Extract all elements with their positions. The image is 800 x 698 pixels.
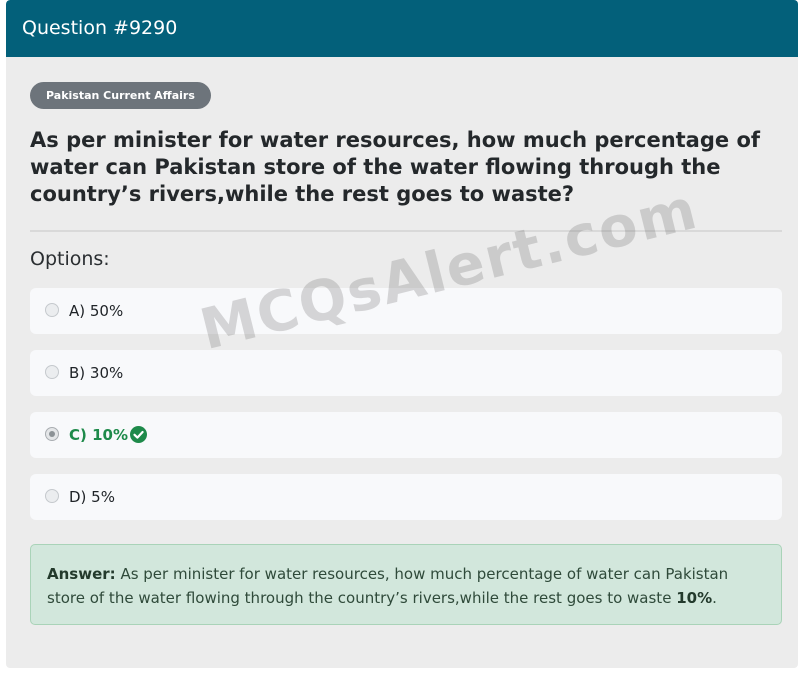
question-title: Question #9290 [22,17,178,39]
option-label: D) 5% [69,488,115,506]
option-b[interactable]: B) 30% [30,350,782,396]
answer-text: As per minister for water resources, how… [47,565,729,607]
option-label: A) 50% [69,302,124,320]
radio-button[interactable] [45,365,59,379]
question-card: Question #9290 Pakistan Current Affairs … [6,0,798,668]
page-bottom [0,668,800,698]
answer-suffix: . [712,589,717,607]
option-c[interactable]: C) 10% [30,412,782,458]
options-label: Options: [30,248,110,270]
answer-value: 10% [676,589,713,607]
radio-button[interactable] [45,489,59,503]
option-a[interactable]: A) 50% [30,288,782,334]
question-header: Question #9290 [6,0,798,57]
option-d[interactable]: D) 5% [30,474,782,520]
check-circle-icon [130,426,147,443]
answer-box: Answer: As per minister for water resour… [30,544,782,625]
answer-prefix: Answer: [47,565,116,583]
radio-button[interactable] [45,303,59,317]
question-text: As per minister for water resources, how… [30,128,761,206]
radio-button-selected[interactable] [45,427,59,441]
divider [30,230,782,232]
category-badge[interactable]: Pakistan Current Affairs [30,82,211,109]
option-label: C) 10% [69,426,128,444]
option-label: B) 30% [69,364,124,382]
